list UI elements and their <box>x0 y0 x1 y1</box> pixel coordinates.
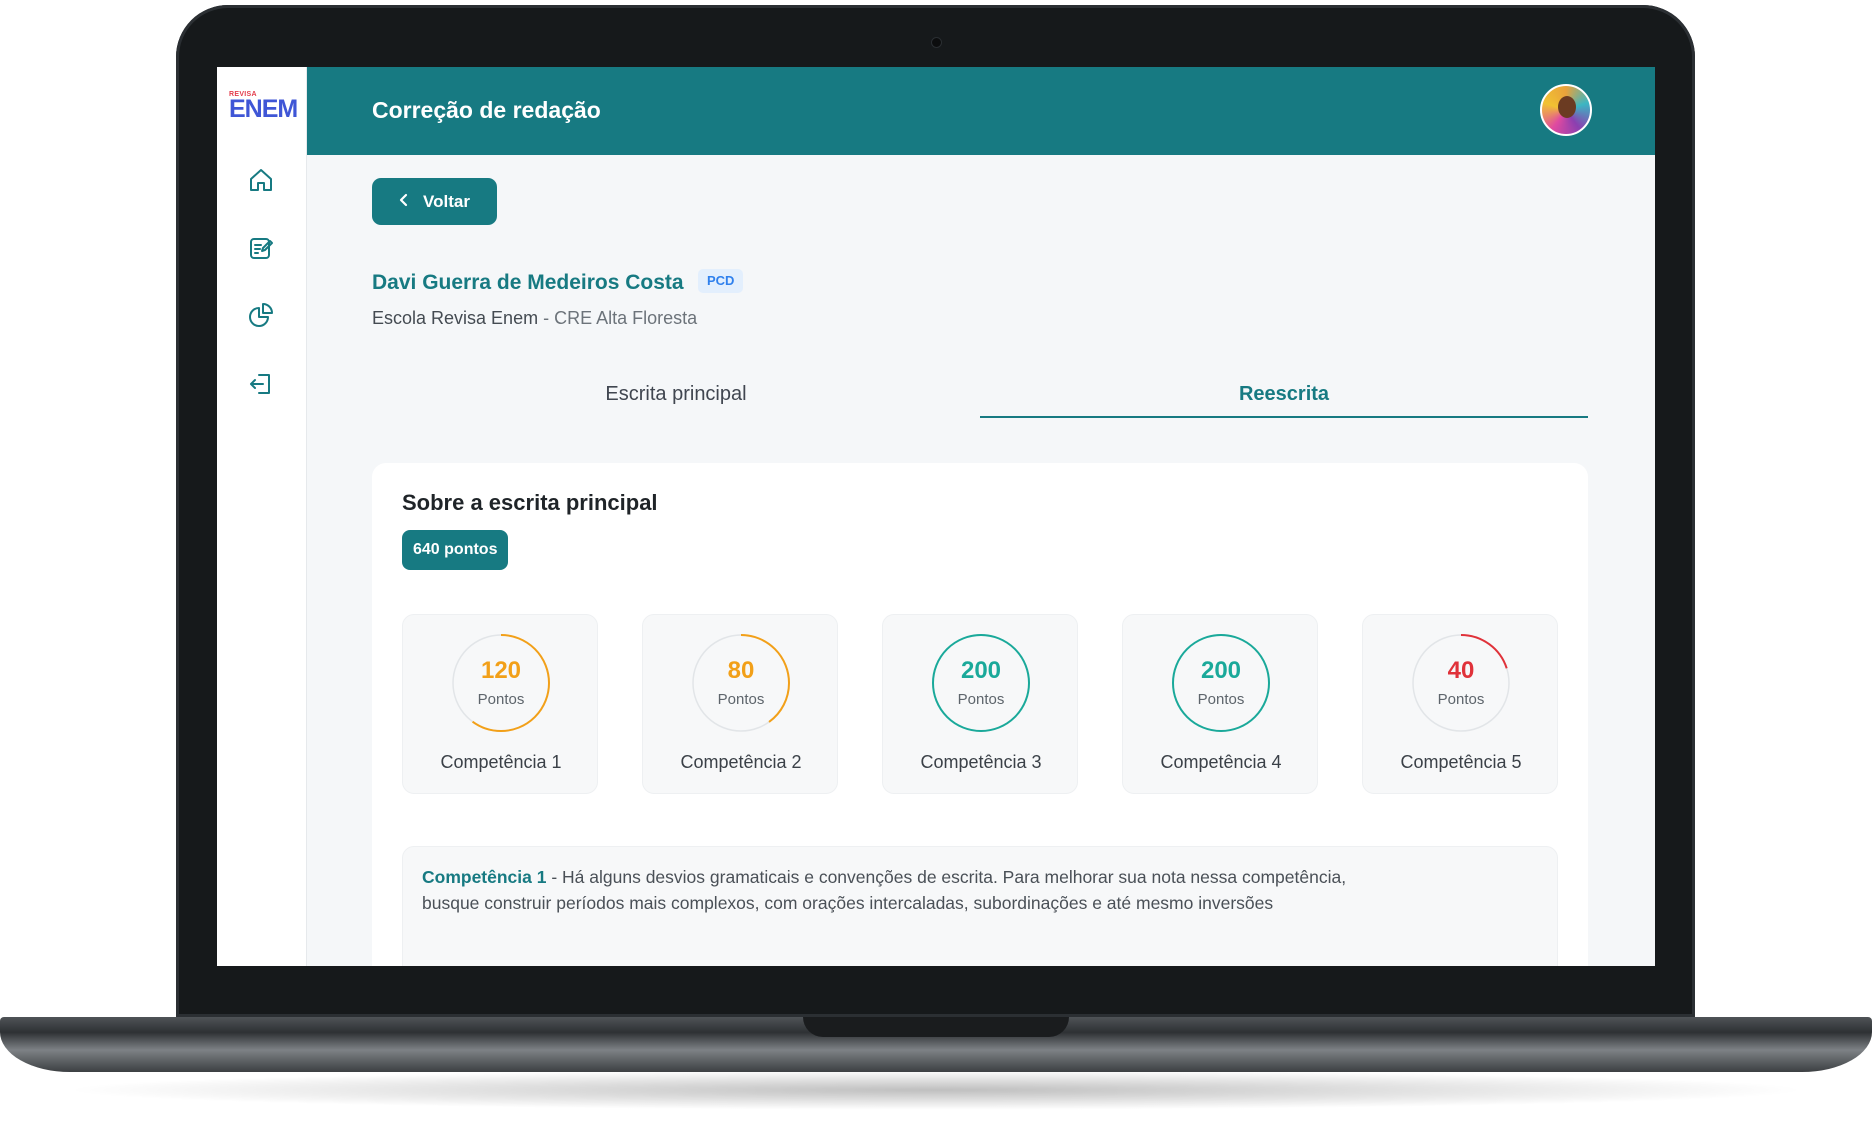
edit-note-icon[interactable] <box>247 234 275 262</box>
pie-chart-icon[interactable] <box>247 301 275 329</box>
back-button-label: Voltar <box>423 191 470 211</box>
competency-card-5: 40 Pontos Competência 5 <box>1362 614 1558 794</box>
logout-icon[interactable] <box>247 370 275 398</box>
active-tab-indicator <box>980 416 1588 418</box>
tab-escrita-principal[interactable]: Escrita principal <box>372 383 980 406</box>
competency-card-2: 80 Pontos Competência 2 <box>642 614 838 794</box>
school-name: Escola Revisa Enem <box>372 308 539 328</box>
logo-big-text: ENEM <box>229 95 298 123</box>
competency-unit-4: Pontos <box>1197 691 1245 708</box>
total-points-badge: 640 pontos <box>402 530 509 570</box>
feedback-line-1: Competência 1 - Há alguns desvios gramat… <box>422 867 1346 888</box>
competency-unit-3: Pontos <box>957 691 1005 708</box>
feedback-heading-1: Competência 1 <box>422 867 547 887</box>
competency-card-1: 120 Pontos Competência 1 <box>402 614 598 794</box>
feedback-box: Competência 1 - Há alguns desvios gramat… <box>402 846 1558 966</box>
school-region: CRE Alta Floresta <box>554 308 698 328</box>
logo[interactable]: REVISA ENEM <box>229 91 298 127</box>
competency-score-2: 80 <box>727 657 755 684</box>
competency-label-3: Competência 3 <box>920 752 1042 772</box>
laptop-hinge <box>803 1017 1069 1037</box>
page-title: Correção de redação <box>372 97 601 123</box>
summary-title: Sobre a escrita principal <box>402 490 658 515</box>
tab-reescrita[interactable]: Reescrita <box>980 383 1588 406</box>
competency-unit-5: Pontos <box>1437 691 1485 708</box>
competency-unit-2: Pontos <box>717 691 765 708</box>
competency-label-1: Competência 1 <box>440 752 562 772</box>
competency-score-4: 200 <box>1200 657 1242 684</box>
back-button[interactable]: Voltar <box>372 178 497 225</box>
sidebar: REVISA ENEM <box>217 67 307 966</box>
school-separator: - <box>538 308 555 328</box>
camera-icon <box>931 37 942 48</box>
chevron-left-icon <box>399 192 409 212</box>
home-icon[interactable] <box>247 166 275 194</box>
app-header: Correção de redação <box>307 67 1655 155</box>
avatar-face <box>1558 96 1576 118</box>
competency-card-3: 200 Pontos Competência 3 <box>882 614 1078 794</box>
competency-score-1: 120 <box>480 657 522 684</box>
student-name: Davi Guerra de Medeiros Costa <box>372 271 684 294</box>
competency-score-3: 200 <box>960 657 1002 684</box>
feedback-text-1a: - Há alguns desvios gramaticais e conven… <box>546 867 1347 887</box>
school-info: Escola Revisa Enem - CRE Alta Floresta <box>372 308 697 329</box>
feedback-line-2: busque construir períodos mais complexos… <box>422 893 1274 913</box>
laptop-shadow <box>60 1070 1812 1110</box>
competency-unit-1: Pontos <box>477 691 525 708</box>
competency-label-2: Competência 2 <box>680 752 802 772</box>
pcd-badge: PCD <box>698 269 744 293</box>
summary-card: Sobre a escrita principal 640 pontos 120… <box>372 463 1588 966</box>
screen: REVISA ENEM Correção de redação Voltar D… <box>217 67 1655 966</box>
user-avatar[interactable] <box>1540 84 1592 136</box>
competency-label-5: Competência 5 <box>1400 752 1522 772</box>
competency-score-5: 40 <box>1447 657 1475 684</box>
competency-card-4: 200 Pontos Competência 4 <box>1122 614 1318 794</box>
competency-label-4: Competência 4 <box>1160 752 1282 772</box>
